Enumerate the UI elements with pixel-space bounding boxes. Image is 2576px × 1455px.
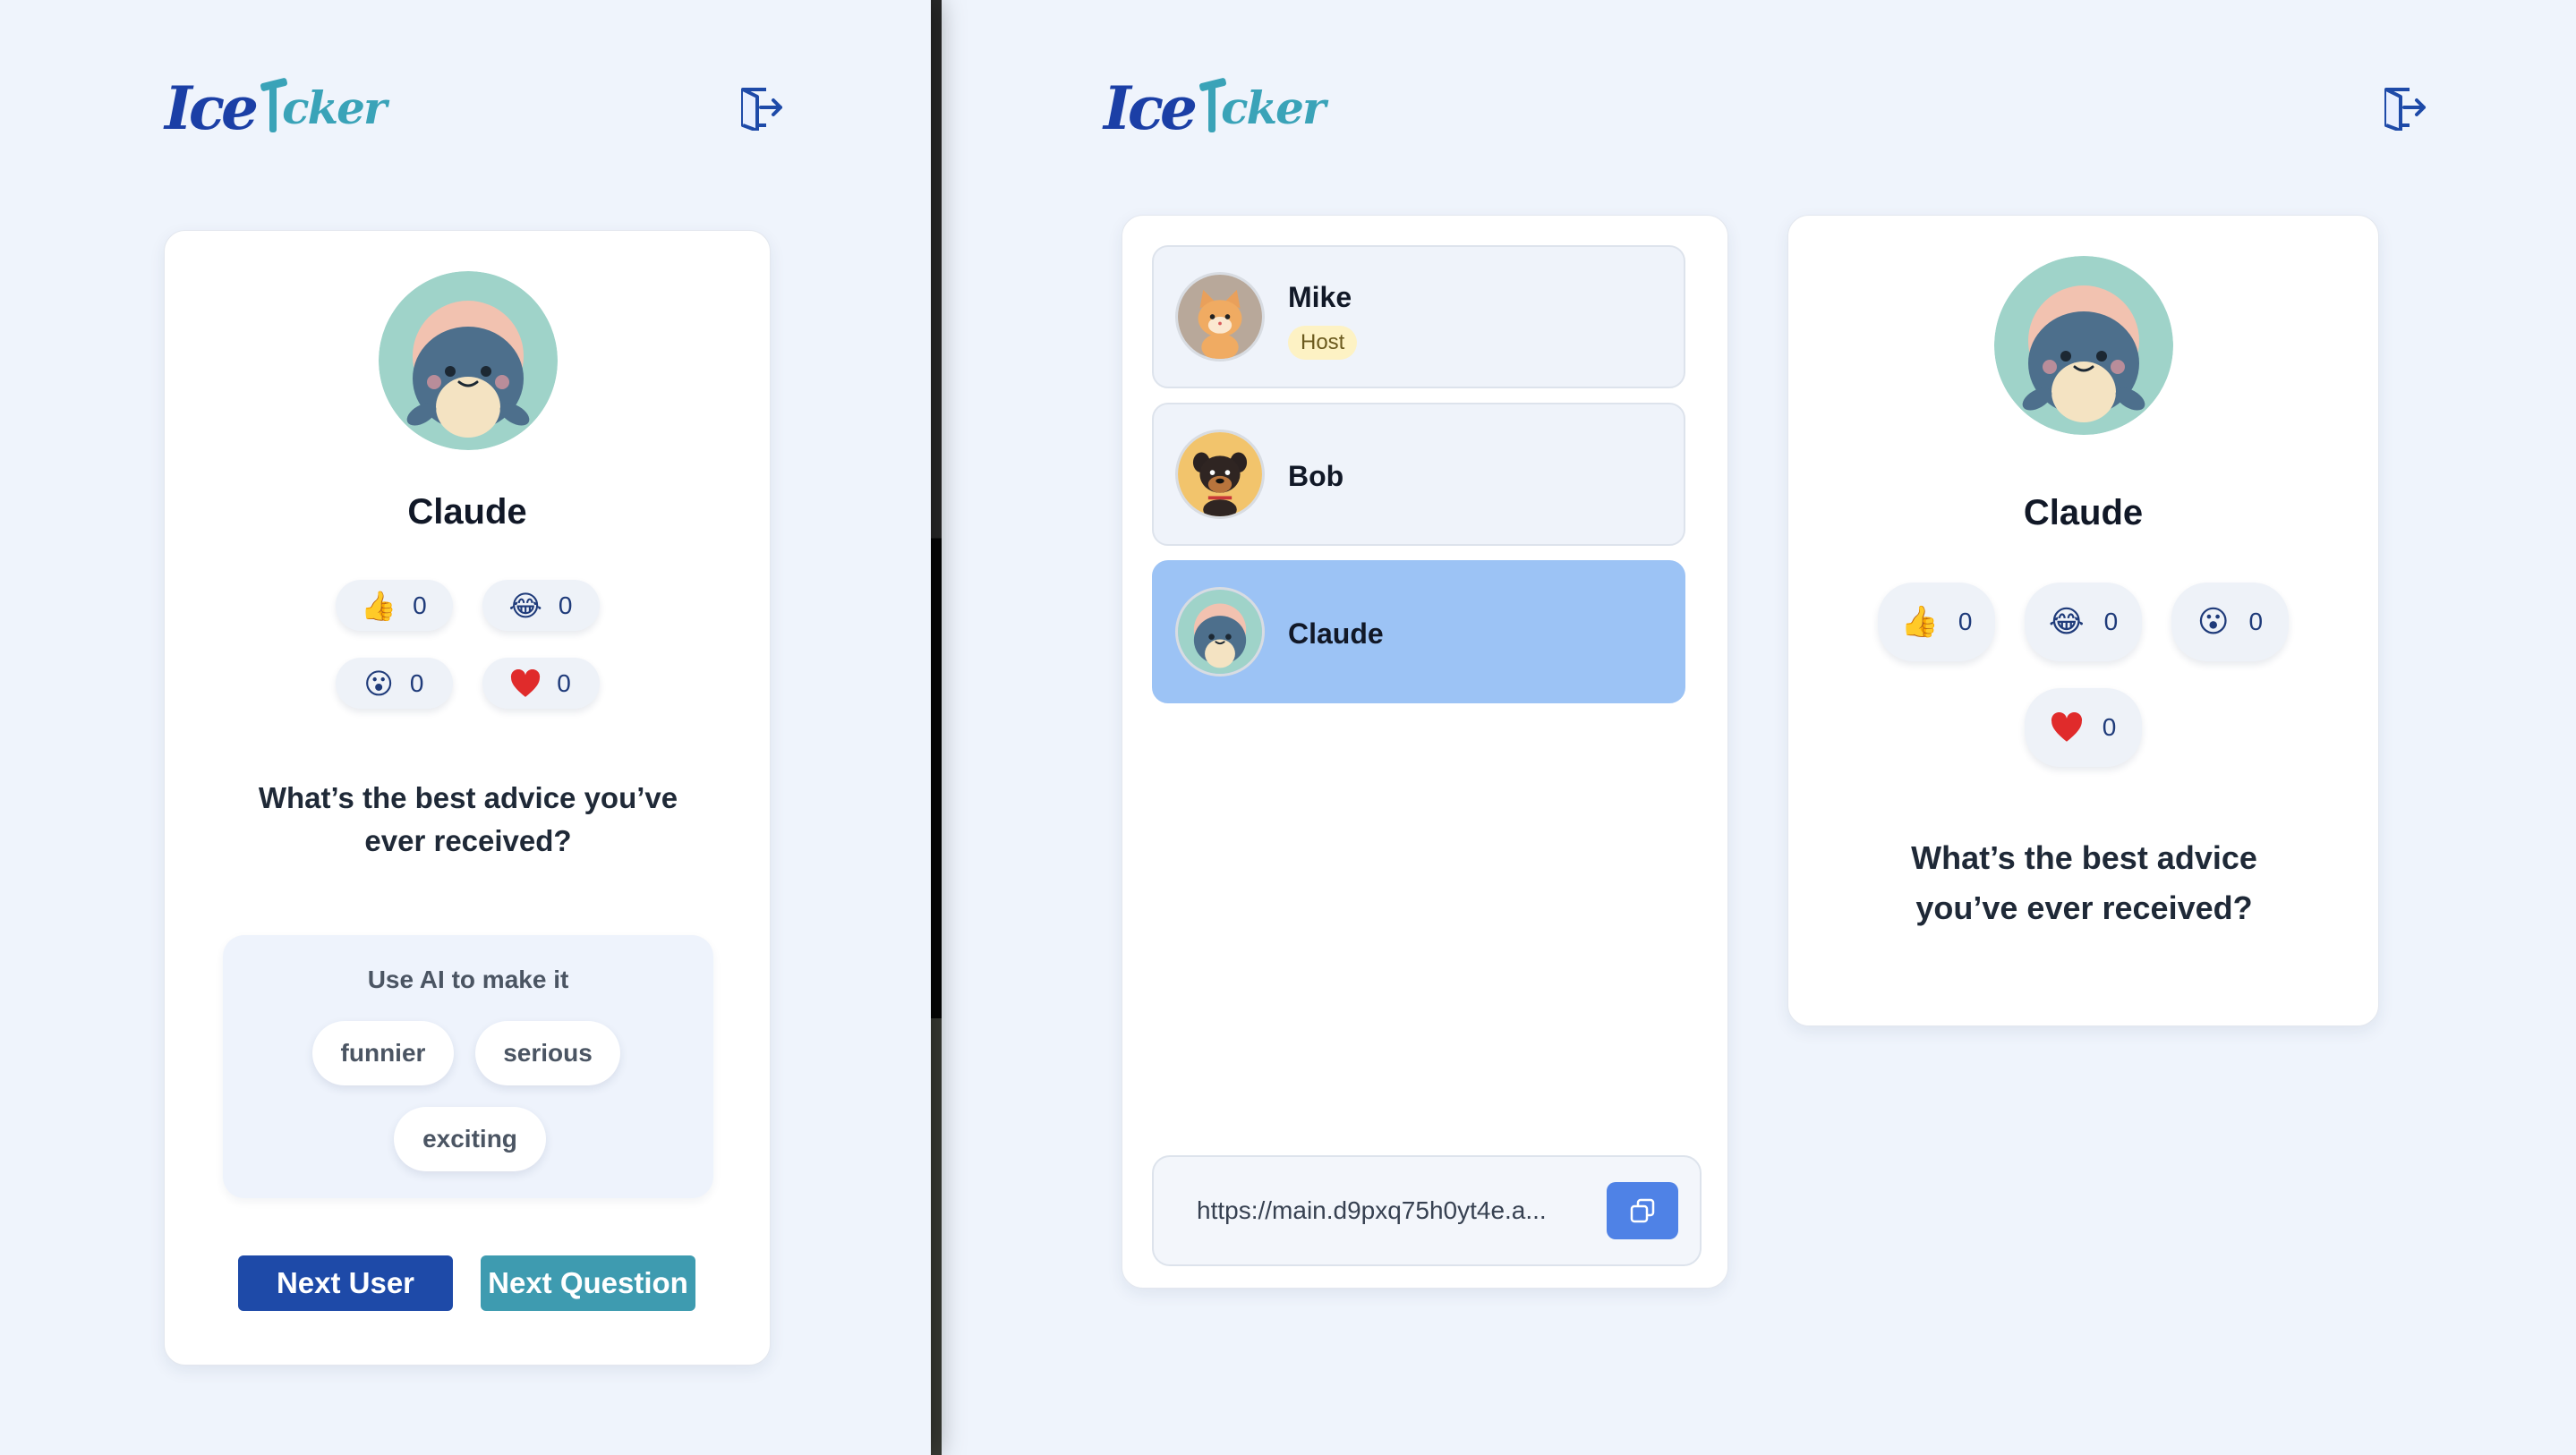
user-row-bob[interactable]: Bob bbox=[1152, 403, 1685, 546]
next-question-button[interactable]: Next Question bbox=[481, 1255, 695, 1311]
reaction-surprised[interactable]: 😮 0 bbox=[335, 658, 453, 709]
logo-text-cker: cker bbox=[1221, 81, 1326, 134]
ai-panel-title: Use AI to make it bbox=[367, 966, 569, 993]
app-logo[interactable]: Ice cker bbox=[1104, 66, 1326, 143]
app-logo[interactable]: Ice cker bbox=[165, 66, 387, 143]
reaction-surprised[interactable]: 😮 0 bbox=[2171, 583, 2289, 661]
right-browser-window: Ice cker Mike Host Bob Claude https://ma… bbox=[942, 0, 2576, 1455]
heart-icon bbox=[2051, 712, 2083, 743]
logout-icon[interactable] bbox=[738, 84, 784, 132]
reaction-bar: 👍 0 😂 0 😮 0 0 bbox=[165, 580, 770, 709]
reaction-count: 0 bbox=[2248, 608, 2264, 635]
ai-option-exciting[interactable]: exciting bbox=[394, 1107, 546, 1171]
ai-option-serious[interactable]: serious bbox=[475, 1021, 620, 1085]
desktop-background bbox=[931, 0, 942, 1455]
left-browser-window: Ice cker Claude 👍 0 😂 0 😮 0 0 What’s the… bbox=[0, 0, 931, 1455]
reaction-count: 0 bbox=[409, 668, 424, 697]
reaction-count: 0 bbox=[1958, 608, 1973, 635]
reaction-thumbs-up[interactable]: 👍 0 bbox=[335, 580, 453, 631]
ice-pick-icon bbox=[1199, 81, 1219, 134]
logo-text-ice: Ice bbox=[1104, 73, 1198, 143]
heart-icon bbox=[510, 668, 541, 698]
reaction-count: 0 bbox=[2102, 713, 2117, 741]
dog-avatar bbox=[1175, 430, 1265, 519]
whale-avatar bbox=[1175, 587, 1265, 676]
next-user-button[interactable]: Next User bbox=[238, 1255, 453, 1311]
user-list-panel: Mike Host Bob Claude https://main.d9pxq7… bbox=[1122, 215, 1728, 1289]
ai-option-funnier[interactable]: funnier bbox=[312, 1021, 454, 1085]
host-badge: Host bbox=[1288, 326, 1358, 360]
reaction-laughing[interactable]: 😂 0 bbox=[2025, 583, 2142, 661]
user-name: Bob bbox=[1288, 460, 1344, 492]
user-row-claude[interactable]: Claude bbox=[1152, 560, 1685, 703]
cat-avatar bbox=[1175, 272, 1265, 362]
logo-text-cker: cker bbox=[282, 81, 387, 134]
player-name: Claude bbox=[2023, 493, 2144, 532]
invite-url[interactable]: https://main.d9pxq75h0yt4e.a... bbox=[1197, 1196, 1547, 1225]
ai-rewrite-panel: Use AI to make it funnier serious exciti… bbox=[223, 935, 713, 1198]
copy-icon bbox=[1629, 1197, 1656, 1224]
user-name: Mike bbox=[1288, 281, 1352, 313]
laughing-face-icon: 😂 bbox=[508, 588, 542, 623]
reaction-count: 0 bbox=[557, 668, 571, 697]
reaction-bar: 👍 0 😂 0 😮 0 0 bbox=[1788, 583, 2378, 767]
surprised-face-icon: 😮 bbox=[363, 666, 394, 701]
whale-avatar bbox=[379, 271, 558, 450]
reaction-heart[interactable]: 0 bbox=[482, 658, 600, 709]
surprised-face-icon: 😮 bbox=[2196, 604, 2230, 640]
user-name: Claude bbox=[1288, 617, 1384, 650]
reaction-laughing[interactable]: 😂 0 bbox=[482, 580, 600, 631]
user-row-mike[interactable]: Mike Host bbox=[1152, 245, 1685, 388]
invite-link-box: https://main.d9pxq75h0yt4e.a... bbox=[1152, 1155, 1702, 1266]
player-card: Claude 👍 0 😂 0 😮 0 0 What’s the best adv bbox=[1787, 215, 2379, 1026]
laughing-face-icon: 😂 bbox=[2048, 604, 2085, 640]
logout-icon[interactable] bbox=[2381, 84, 2427, 132]
copy-link-button[interactable] bbox=[1607, 1182, 1678, 1239]
reaction-count: 0 bbox=[413, 591, 427, 619]
reaction-heart[interactable]: 0 bbox=[2025, 688, 2142, 767]
question-text: What’s the best advice you’ve ever recei… bbox=[1911, 839, 2257, 926]
reaction-count: 0 bbox=[2103, 608, 2119, 635]
player-name: Claude bbox=[407, 492, 527, 532]
logo-text-ice: Ice bbox=[165, 73, 259, 143]
whale-avatar bbox=[1994, 256, 2173, 435]
thumbs-up-icon: 👍 bbox=[361, 588, 397, 623]
reaction-thumbs-up[interactable]: 👍 0 bbox=[1878, 583, 1995, 661]
reaction-count: 0 bbox=[558, 591, 573, 619]
player-card: Claude 👍 0 😂 0 😮 0 0 What’s the best adv bbox=[164, 230, 771, 1366]
question-text: What’s the best advice you’ve ever recei… bbox=[258, 781, 678, 857]
ice-pick-icon bbox=[260, 81, 280, 134]
thumbs-up-icon: 👍 bbox=[1900, 604, 1939, 640]
